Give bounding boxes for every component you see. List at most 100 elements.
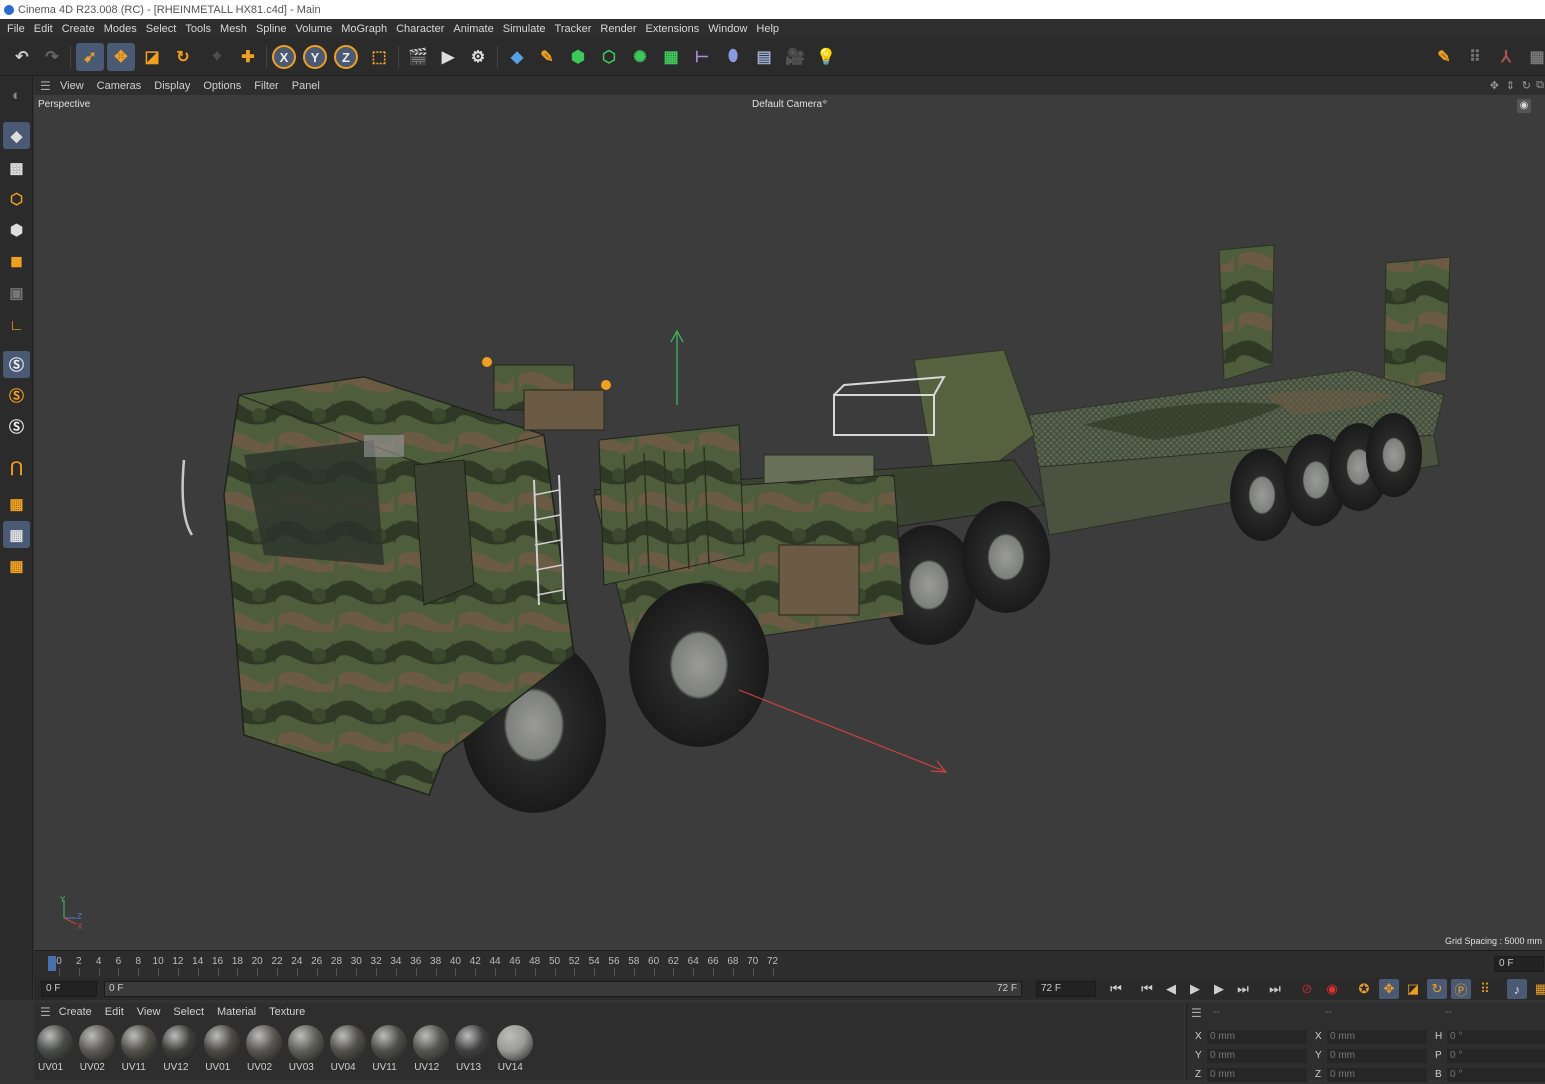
make-editable-icon[interactable]: ◐	[3, 82, 30, 109]
solo-hierarchy-icon[interactable]: Ⓢ	[3, 382, 30, 409]
viewport-menu-panel[interactable]: Panel	[292, 80, 320, 92]
material-thumbnail[interactable]: UV01	[36, 1025, 74, 1077]
material-thumbnail[interactable]: UV11	[120, 1025, 158, 1077]
previous-frame-icon[interactable]: ◀	[1161, 979, 1181, 999]
key-position-icon[interactable]: ✥	[1379, 979, 1399, 999]
workplane-mode-icon[interactable]: ▦	[3, 490, 30, 517]
floor-icon[interactable]: ▤	[750, 43, 778, 71]
viewport-maximize-icon[interactable]: ⧉	[1536, 79, 1544, 92]
rotate-tool-icon[interactable]: ↻	[169, 43, 197, 71]
next-frame-icon[interactable]: ▶	[1209, 979, 1229, 999]
menu-spline[interactable]: Spline	[256, 23, 287, 35]
menu-file[interactable]: File	[7, 23, 25, 35]
menu-help[interactable]: Help	[756, 23, 779, 35]
next-key-icon[interactable]: ⏭	[1233, 979, 1253, 999]
material-menu-material[interactable]: Material	[217, 1006, 256, 1018]
y-axis-lock-icon[interactable]: Y	[303, 45, 327, 69]
coordinate-value-field[interactable]: 0 °	[1447, 1049, 1545, 1063]
playhead[interactable]	[48, 956, 56, 971]
start-frame-field[interactable]: 0 F	[41, 981, 97, 997]
end-frame-field[interactable]: 72 F	[1036, 981, 1096, 997]
planar-workplane-icon[interactable]: ▦	[3, 552, 30, 579]
key-pla-icon[interactable]: ⠿	[1475, 979, 1495, 999]
menu-tools[interactable]: Tools	[185, 23, 211, 35]
workplane-icon[interactable]: ⅄	[1492, 43, 1520, 71]
model-mode-icon[interactable]: ◆	[3, 122, 30, 149]
light-icon[interactable]: 💡	[812, 43, 840, 71]
material-thumbnail[interactable]: UV11	[370, 1025, 408, 1077]
material-menu-view[interactable]: View	[137, 1006, 161, 1018]
3d-viewport[interactable]: Perspective Default Camera ⌖ ◉ Y Z X Gri…	[34, 95, 1545, 950]
sound-icon[interactable]: ♪	[1507, 979, 1527, 999]
move-tool-icon[interactable]: ✥	[107, 43, 135, 71]
undo-icon[interactable]: ↶	[8, 43, 36, 71]
menu-tracker[interactable]: Tracker	[555, 23, 592, 35]
mograph-cloner-icon[interactable]: ▦	[657, 43, 685, 71]
polygons-mode-icon[interactable]: ◼	[3, 247, 30, 274]
menu-mesh[interactable]: Mesh	[220, 23, 247, 35]
menu-select[interactable]: Select	[146, 23, 177, 35]
camera-icon[interactable]: 🎥	[781, 43, 809, 71]
coordinate-value-field[interactable]: 0 mm	[1327, 1049, 1427, 1063]
solo-off-icon[interactable]: Ⓢ	[3, 413, 30, 440]
menu-simulate[interactable]: Simulate	[503, 23, 546, 35]
material-thumbnail[interactable]: UV03	[287, 1025, 325, 1077]
menu-volume[interactable]: Volume	[296, 23, 333, 35]
viewport-menu-display[interactable]: Display	[154, 80, 190, 92]
x-axis-lock-icon[interactable]: X	[272, 45, 296, 69]
edges-mode-icon[interactable]: ⬢	[3, 216, 30, 243]
record-active-icon[interactable]: ⊘	[1297, 979, 1317, 999]
cube-primitive-icon[interactable]: ◆	[503, 43, 531, 71]
render-settings-icon[interactable]: ⚙	[464, 43, 492, 71]
play-icon[interactable]: ▶	[1185, 979, 1205, 999]
frame-range-slider[interactable]: 0 F 72 F	[104, 981, 1022, 997]
scale-tool-icon[interactable]: ◪	[138, 43, 166, 71]
uv-mode-icon[interactable]: ▣	[3, 279, 30, 306]
menu-character[interactable]: Character	[396, 23, 444, 35]
timeline-layout-icon[interactable]: ▦	[1531, 979, 1545, 999]
extrude-generator-icon[interactable]: ⬡	[595, 43, 623, 71]
pen-spline-icon[interactable]: ✎	[533, 43, 561, 71]
menu-create[interactable]: Create	[62, 23, 95, 35]
coordinate-value-field[interactable]: 0 °	[1447, 1030, 1545, 1044]
viewport-menu-view[interactable]: View	[60, 80, 84, 92]
coordinate-value-field[interactable]: 0 mm	[1207, 1030, 1307, 1044]
coordinates-menu-icon[interactable]: ☰	[1191, 1006, 1202, 1020]
snap-magnet-icon[interactable]: ⋂	[3, 453, 30, 480]
layout-icon[interactable]: ▦	[1523, 43, 1545, 71]
material-menu-select[interactable]: Select	[173, 1006, 204, 1018]
z-axis-lock-icon[interactable]: Z	[334, 45, 358, 69]
cloner-icon[interactable]: ✺	[626, 43, 654, 71]
coordinate-value-field[interactable]: 0 mm	[1207, 1049, 1307, 1063]
menu-window[interactable]: Window	[708, 23, 747, 35]
locked-workplane-icon[interactable]: ▦	[3, 521, 30, 548]
material-thumbnail[interactable]: UV12	[412, 1025, 450, 1077]
texture-mode-icon[interactable]: ▩	[3, 154, 30, 181]
coordinate-value-field[interactable]: 0 mm	[1327, 1030, 1427, 1044]
viewport-menu-options[interactable]: Options	[203, 80, 241, 92]
snap-grid-icon[interactable]: ⠿	[1461, 43, 1489, 71]
current-frame-readout[interactable]: 0 F	[1494, 956, 1544, 972]
viewport-rotate-icon[interactable]: ↻	[1522, 79, 1531, 92]
menu-render[interactable]: Render	[600, 23, 636, 35]
coordinate-system-icon[interactable]: ⬚	[365, 43, 393, 71]
material-menu-edit[interactable]: Edit	[105, 1006, 124, 1018]
render-picture-viewer-icon[interactable]: ▶	[434, 43, 462, 71]
key-selection-icon[interactable]: ✪	[1354, 979, 1374, 999]
viewport-menu-filter[interactable]: Filter	[254, 80, 278, 92]
key-parameter-icon[interactable]: Ⓟ	[1451, 979, 1471, 999]
material-menu-icon[interactable]: ☰	[40, 1005, 51, 1019]
redo-icon[interactable]: ↷	[38, 43, 66, 71]
transform-tool-icon[interactable]: ✚	[234, 43, 262, 71]
material-menu-create[interactable]: Create	[59, 1006, 92, 1018]
field-icon[interactable]: ⬮	[719, 43, 747, 71]
material-thumbnail[interactable]: UV01	[203, 1025, 241, 1077]
render-view-icon[interactable]: 🎬	[404, 43, 432, 71]
menu-edit[interactable]: Edit	[34, 23, 53, 35]
go-to-end-icon[interactable]: ⏭	[1265, 979, 1285, 999]
recent-tools-icon[interactable]: ⌖	[203, 43, 231, 71]
key-scale-icon[interactable]: ◪	[1403, 979, 1423, 999]
material-thumbnail[interactable]: UV13	[454, 1025, 492, 1077]
subdivision-surface-icon[interactable]: ⬢	[564, 43, 592, 71]
bend-deformer-icon[interactable]: ⊢	[688, 43, 716, 71]
